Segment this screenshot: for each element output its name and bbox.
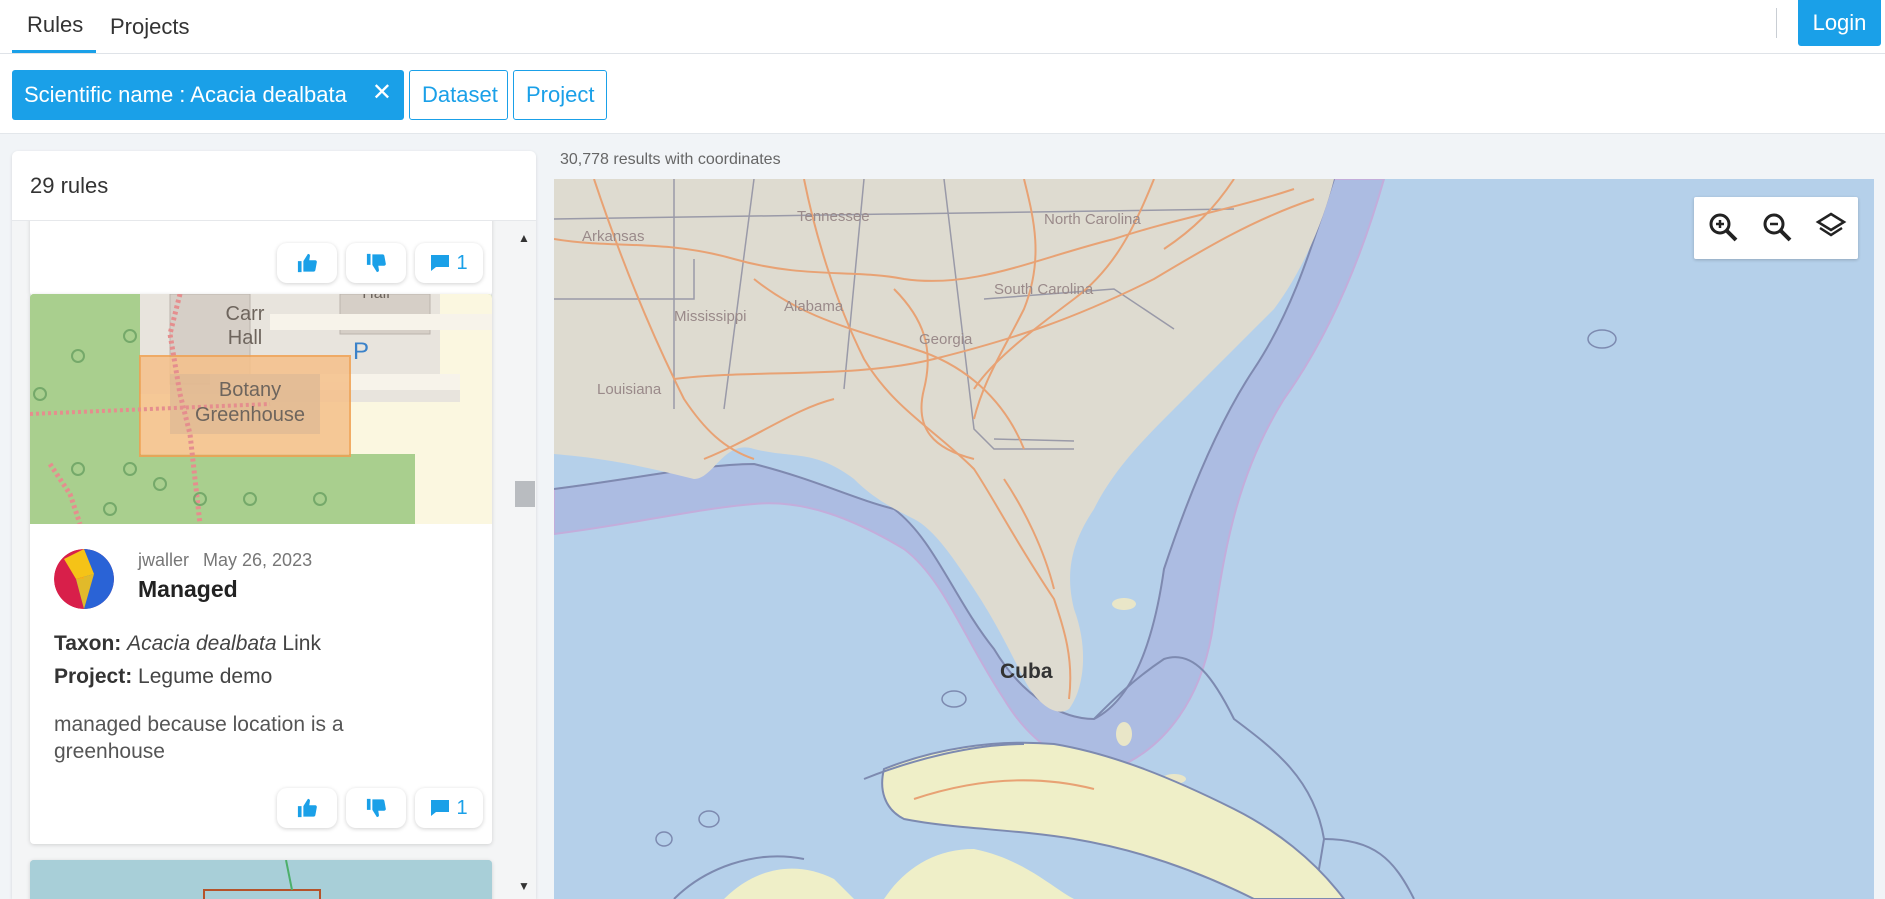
svg-text:Hall: Hall — [362, 294, 390, 302]
thumbs-up-icon — [297, 253, 317, 273]
scroll-thumb[interactable] — [515, 481, 535, 507]
rule-card[interactable]: Carr Hall Botany Greenhouse P Hall — [30, 294, 492, 844]
comments-button[interactable]: 1 — [415, 788, 483, 828]
tab-projects[interactable]: Projects — [95, 0, 204, 53]
filter-project-label: Project — [526, 82, 595, 107]
result-count: 30,778 results with coordinates — [560, 151, 781, 168]
avatar[interactable] — [54, 549, 114, 609]
comments-button[interactable]: 1 — [415, 243, 483, 283]
layers-button[interactable] — [1814, 210, 1848, 244]
rule-map-graphic: Carr Hall Botany Greenhouse P Hall — [30, 294, 492, 524]
map-label-tennessee: Tennessee — [797, 208, 870, 225]
rules-scrollbar[interactable]: ▲ ▼ — [512, 221, 535, 899]
filter-bar: Scientific name : Acacia dealbata ✕ Data… — [0, 54, 1885, 134]
nav-divider — [1776, 8, 1777, 38]
layers-icon — [1815, 212, 1847, 237]
rule-card: 1 — [30, 221, 492, 296]
rule-actions: 1 — [277, 788, 483, 828]
svg-text:Hall: Hall — [228, 327, 262, 349]
zoom-out-button[interactable] — [1760, 210, 1794, 244]
svg-text:Botany: Botany — [219, 379, 281, 401]
comment-count: 1 — [456, 251, 468, 274]
zoom-in-button[interactable] — [1706, 210, 1740, 244]
tab-rules-label: Rules — [27, 12, 84, 37]
filter-project-button[interactable]: Project — [513, 70, 607, 120]
rule-date: May 26, 2023 — [203, 550, 313, 570]
filter-dataset-label: Dataset — [422, 82, 498, 107]
filter-dataset-button[interactable]: Dataset — [409, 70, 508, 120]
thumbs-down-icon — [366, 253, 386, 273]
map-label-south-carolina: South Carolina — [994, 281, 1094, 298]
rule-title: Managed — [138, 576, 238, 602]
svg-text:Carr: Carr — [226, 303, 265, 325]
rule-project: Project: Legume demo — [54, 665, 272, 689]
map-label-georgia: Georgia — [919, 331, 973, 348]
tab-projects-label: Projects — [110, 13, 190, 39]
login-button[interactable]: Login — [1798, 0, 1881, 46]
rules-list[interactable]: 1 Carr Hall Botany Greenhouse P jwaller … — [12, 221, 536, 899]
map-label-north-carolina: North Carolina — [1044, 211, 1141, 228]
project-value[interactable]: Legume demo — [138, 665, 272, 688]
thumbs-up-icon — [297, 798, 317, 818]
map-label-louisiana: Louisiana — [597, 381, 662, 398]
close-icon[interactable]: ✕ — [372, 81, 392, 105]
project-label: Project: — [54, 665, 133, 688]
svg-text:P: P — [353, 338, 369, 365]
scroll-down-arrow-icon[interactable]: ▼ — [518, 879, 530, 893]
zoom-out-icon — [1763, 213, 1792, 242]
top-nav: Rules Projects Login — [0, 0, 1885, 54]
comment-icon — [431, 255, 450, 271]
thumbs-up-button[interactable] — [277, 788, 337, 828]
map-graphic: Tennessee North Carolina Arkansas South … — [554, 179, 1874, 899]
occurrence-map[interactable]: Tennessee North Carolina Arkansas South … — [554, 179, 1874, 899]
map-label-mississippi: Mississippi — [674, 308, 747, 325]
filter-chip-scientific-name[interactable]: Scientific name : Acacia dealbata ✕ — [12, 70, 404, 120]
rule-description: managed because location is a greenhouse — [54, 713, 344, 763]
rule-card[interactable] — [30, 860, 492, 899]
rule-meta: jwaller May 26, 2023 — [138, 550, 312, 571]
map-label-cuba: Cuba — [1000, 660, 1053, 683]
map-label-arkansas: Arkansas — [582, 228, 645, 245]
svg-text:Greenhouse: Greenhouse — [195, 404, 305, 426]
rule-author[interactable]: jwaller — [138, 550, 189, 570]
taxon-value: Acacia dealbata — [127, 632, 277, 655]
rules-panel: 29 rules 1 Carr Hall Botany Greenhouse P… — [12, 151, 536, 899]
taxon-link[interactable]: Link — [282, 632, 321, 655]
filter-chip-label: Scientific name : Acacia dealbata — [24, 82, 347, 107]
map-label-alabama: Alabama — [784, 298, 844, 315]
rule-location-map[interactable]: Carr Hall Botany Greenhouse P Hall — [30, 294, 492, 524]
tab-rules[interactable]: Rules — [12, 0, 96, 53]
rule-location-map — [30, 860, 492, 899]
scroll-up-arrow-icon[interactable]: ▲ — [518, 231, 530, 245]
rule-taxon: Taxon: Acacia dealbata Link — [54, 632, 321, 656]
rules-count: 29 rules — [12, 151, 536, 221]
comment-icon — [431, 800, 450, 816]
taxon-label: Taxon: — [54, 632, 122, 655]
map-controls — [1694, 197, 1858, 259]
zoom-in-icon — [1709, 213, 1738, 242]
rule-actions: 1 — [277, 243, 483, 283]
thumbs-down-icon — [366, 798, 386, 818]
comment-count: 1 — [456, 796, 468, 819]
thumbs-down-button[interactable] — [346, 243, 406, 283]
thumbs-down-button[interactable] — [346, 788, 406, 828]
thumbs-up-button[interactable] — [277, 243, 337, 283]
